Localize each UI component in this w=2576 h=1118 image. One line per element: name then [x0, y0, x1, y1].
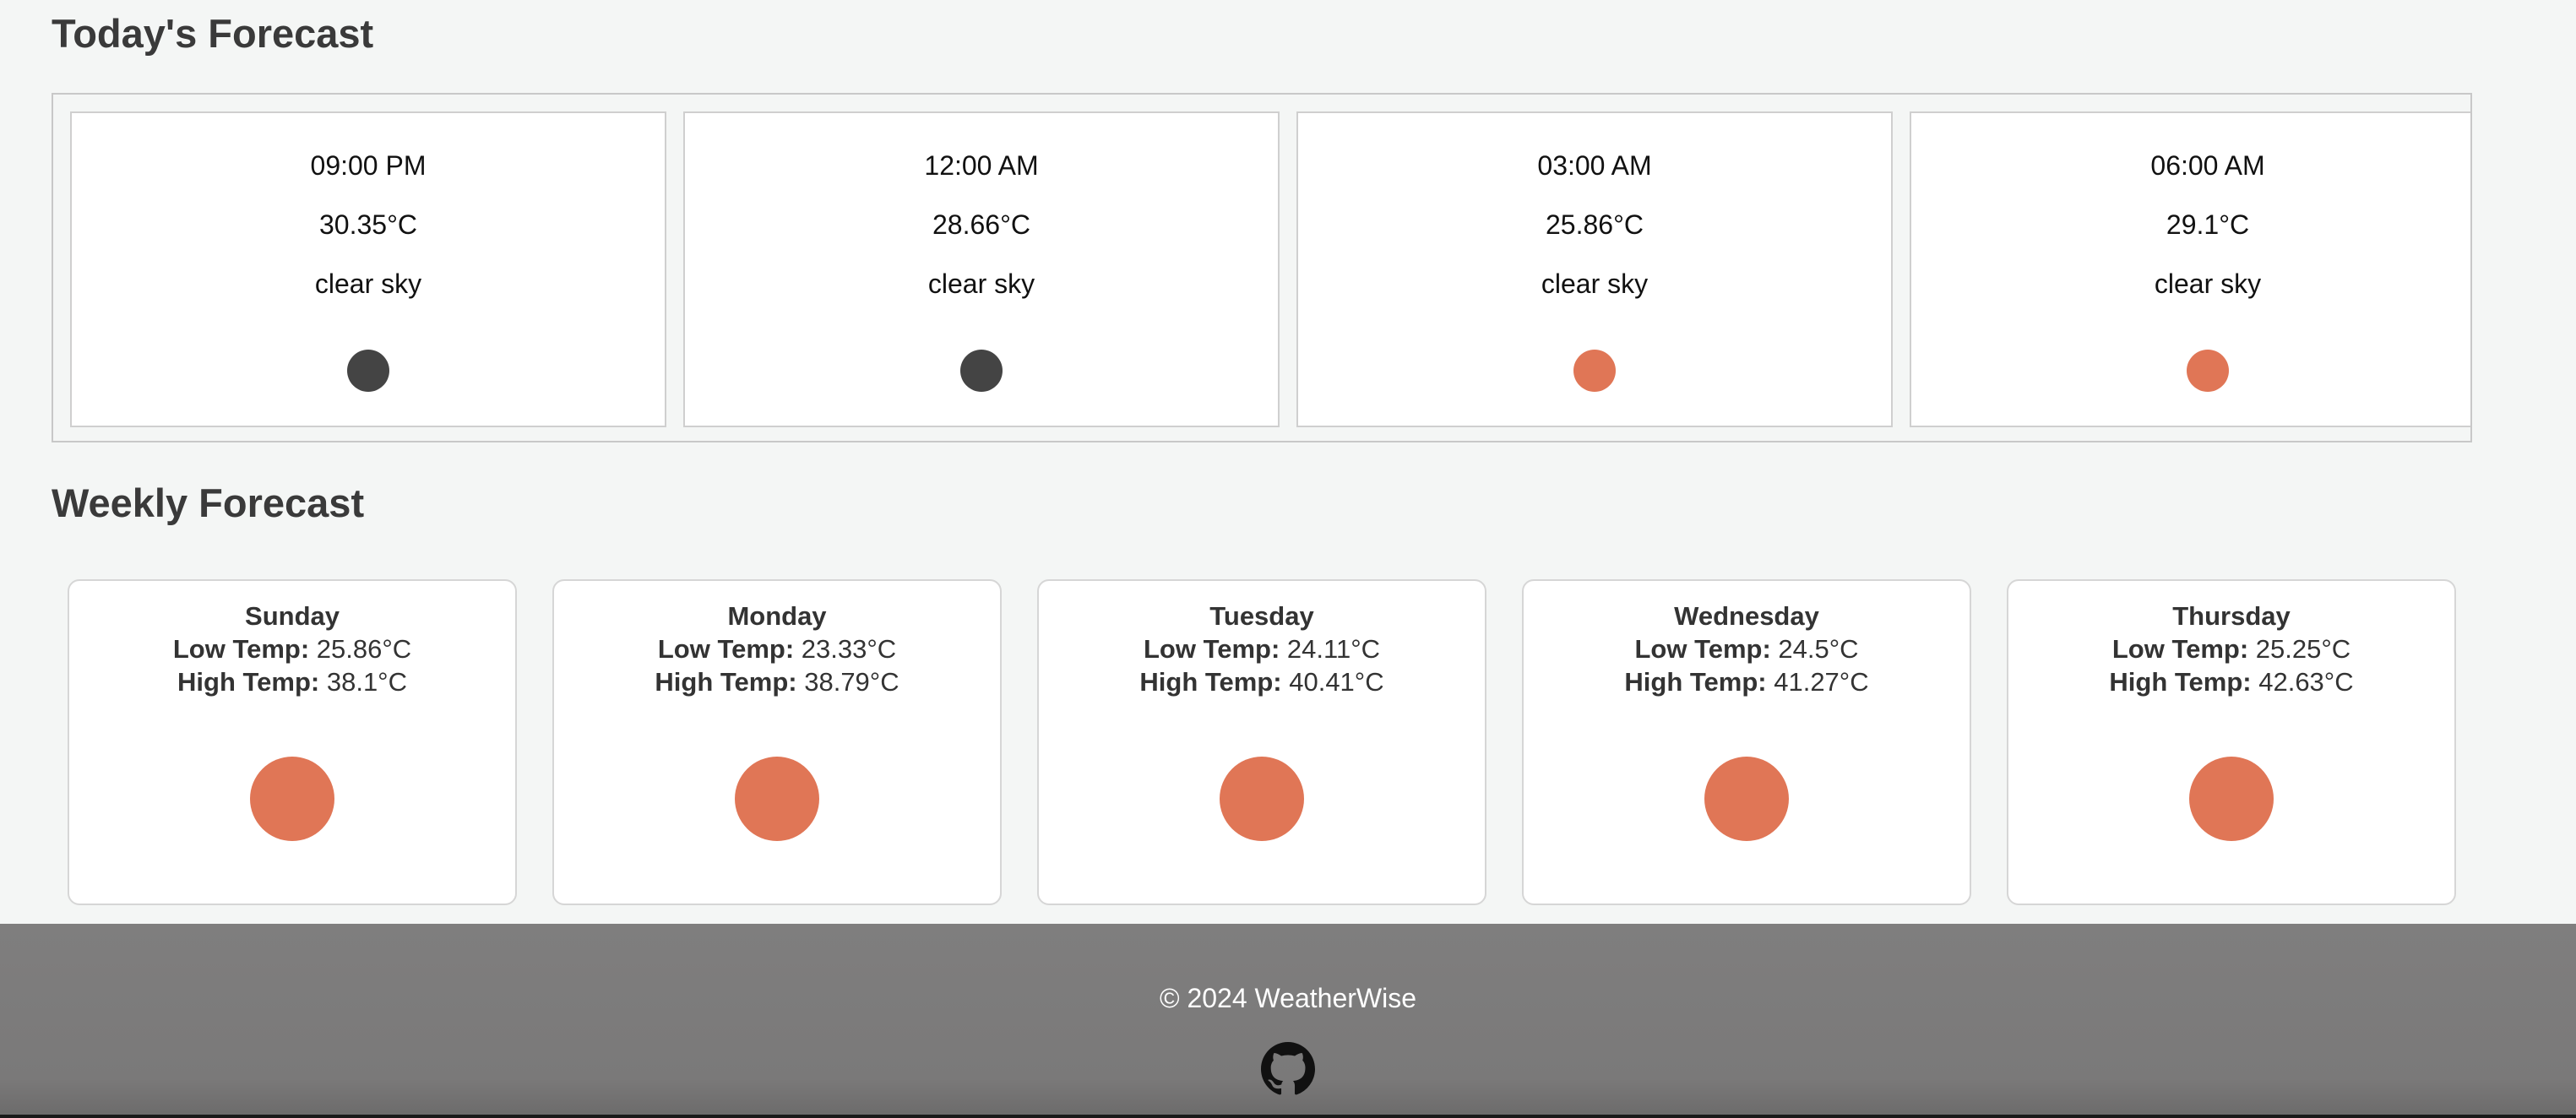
high-temp-row: High Temp: 41.27°C — [1524, 665, 1970, 698]
hourly-time: 03:00 AM — [1537, 150, 1652, 181]
low-temp-value: 23.33°C — [801, 634, 897, 664]
daily-card: Tuesday Low Temp: 24.11°C High Temp: 40.… — [1037, 579, 1486, 905]
sun-icon — [2187, 350, 2229, 392]
low-temp-row: Low Temp: 24.11°C — [1039, 632, 1485, 665]
high-temp-value: 38.79°C — [804, 667, 899, 697]
sun-icon — [735, 757, 819, 841]
low-temp-row: Low Temp: 24.5°C — [1524, 632, 1970, 665]
low-temp-row: Low Temp: 25.86°C — [69, 632, 515, 665]
todays-forecast-title: Today's Forecast — [52, 11, 374, 56]
daily-card: Sunday Low Temp: 25.86°C High Temp: 38.1… — [68, 579, 517, 905]
day-name: Wednesday — [1674, 601, 1819, 631]
high-temp-label: High Temp: — [1624, 667, 1767, 697]
hourly-temp: 25.86°C — [1546, 209, 1644, 240]
low-temp-row: Low Temp: 25.25°C — [2008, 632, 2454, 665]
low-temp-value: 25.25°C — [2255, 634, 2351, 664]
hourly-card: 03:00 AM 25.86°C clear sky — [1296, 111, 1893, 427]
daily-card: Thursday Low Temp: 25.25°C High Temp: 42… — [2007, 579, 2456, 905]
hourly-description: clear sky — [1541, 269, 1649, 299]
high-temp-label: High Temp: — [655, 667, 797, 697]
low-temp-label: Low Temp: — [1144, 634, 1280, 664]
low-temp-label: Low Temp: — [657, 634, 795, 664]
daily-card: Monday Low Temp: 23.33°C High Temp: 38.7… — [552, 579, 1002, 905]
high-temp-row: High Temp: 40.41°C — [1039, 665, 1485, 698]
github-logo-graphic — [1261, 1042, 1315, 1095]
high-temp-value: 41.27°C — [1774, 667, 1869, 697]
high-temp-label: High Temp: — [177, 667, 320, 697]
hourly-temp: 29.1°C — [2166, 209, 2250, 240]
high-temp-row: High Temp: 42.63°C — [2008, 665, 2454, 698]
high-temp-value: 40.41°C — [1289, 667, 1384, 697]
day-name: Monday — [727, 601, 827, 631]
hourly-card: 06:00 AM 29.1°C clear sky — [1910, 111, 2470, 427]
low-temp-label: Low Temp: — [2111, 634, 2249, 664]
hourly-temp: 28.66°C — [932, 209, 1030, 240]
hourly-time: 09:00 PM — [310, 150, 427, 181]
low-temp-label: Low Temp: — [172, 634, 310, 664]
day-name: Thursday — [2172, 601, 2291, 631]
low-temp-label: Low Temp: — [1634, 634, 1771, 664]
hourly-time: 12:00 AM — [924, 150, 1039, 181]
hourly-description: clear sky — [927, 269, 1035, 299]
hourly-card: 09:00 PM 30.35°C clear sky — [70, 111, 666, 427]
github-icon[interactable] — [1261, 1042, 1315, 1096]
sun-icon — [2189, 757, 2274, 841]
weather-page: Today's Forecast 09:00 PM 30.35°C clear … — [0, 0, 2576, 1118]
sun-icon — [1220, 757, 1304, 841]
low-temp-value: 25.86°C — [316, 634, 412, 664]
low-temp-row: Low Temp: 23.33°C — [554, 632, 1000, 665]
hourly-time: 06:00 AM — [2150, 150, 2265, 181]
high-temp-row: High Temp: 38.79°C — [554, 665, 1000, 698]
high-temp-row: High Temp: 38.1°C — [69, 665, 515, 698]
hourly-card: 12:00 AM 28.66°C clear sky — [683, 111, 1280, 427]
footer-bottom-border — [0, 1115, 2576, 1118]
moon-icon — [347, 350, 389, 392]
day-name: Tuesday — [1209, 601, 1314, 631]
site-footer: © 2024 WeatherWise — [0, 924, 2576, 1118]
sun-icon — [1573, 350, 1616, 392]
hourly-description: clear sky — [314, 269, 422, 299]
moon-icon — [960, 350, 1003, 392]
daily-card: Wednesday Low Temp: 24.5°C High Temp: 41… — [1522, 579, 1971, 905]
footer-copyright: © 2024 WeatherWise — [1159, 983, 1416, 1013]
hourly-temp: 30.35°C — [319, 209, 417, 240]
high-temp-label: High Temp: — [1139, 667, 1282, 697]
weekly-forecast-title: Weekly Forecast — [52, 480, 365, 525]
high-temp-label: High Temp: — [2109, 667, 2252, 697]
low-temp-value: 24.5°C — [1778, 634, 1859, 664]
hourly-forecast-strip[interactable]: 09:00 PM 30.35°C clear sky 12:00 AM 28.6… — [52, 93, 2472, 442]
low-temp-value: 24.11°C — [1286, 634, 1380, 664]
day-name: Sunday — [245, 601, 340, 631]
sun-icon — [250, 757, 334, 841]
sun-icon — [1704, 757, 1789, 841]
high-temp-value: 38.1°C — [326, 667, 407, 697]
hourly-description: clear sky — [2154, 269, 2262, 299]
high-temp-value: 42.63°C — [2258, 667, 2354, 697]
